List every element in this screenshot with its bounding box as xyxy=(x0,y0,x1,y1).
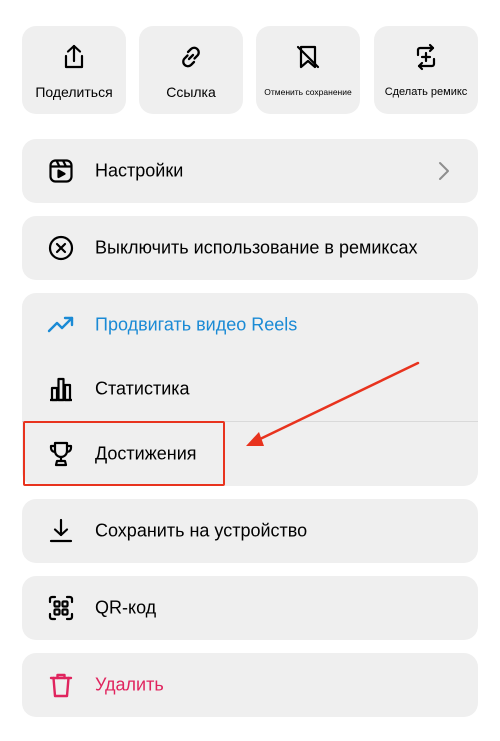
settings-row[interactable]: Настройки xyxy=(22,139,478,203)
remix-icon xyxy=(411,42,441,72)
disable-remix-label: Выключить использование в ремиксах xyxy=(95,237,418,258)
bar-chart-icon xyxy=(46,374,76,404)
promote-label: Продвигать видео Reels xyxy=(95,314,298,335)
stats-row[interactable]: Статистика xyxy=(22,357,478,421)
save-device-card: Сохранить на устройство xyxy=(22,499,478,563)
unsave-label: Отменить сохранение xyxy=(264,87,352,97)
chevron-right-icon xyxy=(438,161,450,181)
settings-label: Настройки xyxy=(95,160,184,181)
save-device-row[interactable]: Сохранить на устройство xyxy=(22,499,478,563)
remix-button[interactable]: Сделать ремикс xyxy=(374,26,478,114)
trending-up-icon xyxy=(46,310,76,340)
disable-remix-card: Выключить использование в ремиксах xyxy=(22,216,478,280)
remix-label: Сделать ремикс xyxy=(384,86,468,98)
settings-card: Настройки xyxy=(22,139,478,203)
save-device-label: Сохранить на устройство xyxy=(95,520,308,541)
qr-label: QR-код xyxy=(95,597,157,618)
delete-row[interactable]: Удалить xyxy=(22,653,478,717)
qr-row[interactable]: QR-код xyxy=(22,576,478,640)
link-icon xyxy=(176,42,206,72)
delete-label: Удалить xyxy=(95,674,164,695)
link-label: Ссылка xyxy=(166,84,216,100)
promote-row[interactable]: Продвигать видео Reels xyxy=(22,293,478,357)
link-button[interactable]: Ссылка xyxy=(139,26,243,114)
qr-card: QR-код xyxy=(22,576,478,640)
download-icon xyxy=(46,516,76,546)
share-label: Поделиться xyxy=(35,84,113,100)
reels-icon xyxy=(46,156,76,186)
highlight-box xyxy=(23,421,225,486)
close-circle-icon xyxy=(46,233,76,263)
trash-icon xyxy=(46,670,76,700)
unsave-button[interactable]: Отменить сохранение xyxy=(256,26,360,114)
unsave-bookmark-icon xyxy=(293,42,323,72)
share-button[interactable]: Поделиться xyxy=(22,26,126,114)
disable-remix-row[interactable]: Выключить использование в ремиксах xyxy=(22,216,478,280)
qr-code-icon xyxy=(46,593,76,623)
delete-card: Удалить xyxy=(22,653,478,717)
share-icon xyxy=(59,42,89,72)
stats-label: Статистика xyxy=(95,378,190,399)
